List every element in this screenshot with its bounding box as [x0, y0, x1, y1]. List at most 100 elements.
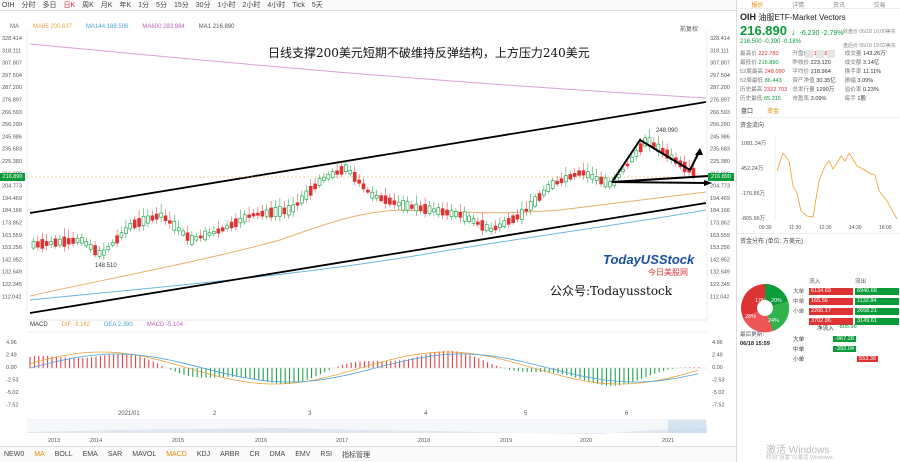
adjust-label[interactable]: 前复权 — [680, 24, 698, 33]
quote-tab[interactable]: 交易 — [874, 0, 886, 9]
indicator-tab[interactable]: MA — [34, 451, 45, 458]
candle-body — [181, 230, 185, 236]
price-axis-label-right: 307.807 — [710, 61, 730, 67]
candle-body — [603, 177, 608, 188]
detail-subtab[interactable]: 资金 — [767, 106, 779, 115]
candle-body — [286, 205, 291, 216]
brand-sub: 今日美股网 — [648, 268, 688, 277]
quote-tab[interactable]: 资讯 — [833, 0, 845, 9]
flow-time-label: 14:30 — [849, 225, 862, 231]
indicator-tab[interactable]: ARBR — [220, 451, 239, 458]
candle-body — [212, 230, 216, 235]
candle-body — [176, 227, 181, 232]
candle-body — [291, 204, 295, 213]
net-total: -805.96 — [837, 324, 857, 330]
indicator-tab[interactable]: DMA — [270, 451, 286, 458]
candle-body — [229, 221, 234, 229]
candle-body — [40, 239, 45, 249]
candle-body — [44, 241, 49, 246]
indicator-tab[interactable]: EMA — [83, 451, 98, 458]
indicator-tab[interactable]: CR — [250, 451, 260, 458]
indicator-tab[interactable]: NEW0 — [4, 451, 24, 458]
price-axis-label-left: 132.649 — [2, 270, 22, 276]
candle-body — [555, 180, 559, 185]
price-axis-label-right: 112.042 — [710, 294, 729, 300]
candle-body — [594, 176, 599, 181]
candle-body — [93, 245, 97, 256]
candle-body — [590, 173, 595, 180]
macd-axis-label-right: -7.52 — [712, 403, 725, 409]
indicator-tab[interactable]: RSI — [320, 451, 332, 458]
share-icon[interactable] — [805, 50, 813, 58]
action-icons — [805, 50, 835, 58]
macd-axis-label-left: -2.53 — [6, 378, 19, 384]
net-inflow: 净流入 -805.96 — [817, 324, 857, 332]
macd-axis-label-right: 4.96 — [712, 340, 723, 346]
candle-body — [528, 201, 533, 211]
alert-icon[interactable] — [816, 50, 824, 58]
flow-title: 资金流向 — [740, 123, 765, 129]
candle-body — [511, 215, 515, 223]
candle-body — [379, 195, 383, 202]
candle-body — [480, 220, 485, 231]
price-axis-label-left: 307.807 — [2, 61, 22, 67]
favorite-icon[interactable] — [827, 50, 835, 58]
quote-tab[interactable]: 详情 — [792, 0, 804, 9]
candle-body — [132, 219, 137, 229]
candle-body — [88, 244, 93, 250]
flow-row: 小单 2266.17 2658.21 — [793, 306, 899, 316]
annotation-title: 日线支撑200美元短期不破维持反弹结构，上方压力240美元 — [268, 46, 590, 60]
macd-axis-label-right: 2.49 — [712, 353, 723, 359]
indicator-tab[interactable]: SAR — [108, 451, 122, 458]
stat-item: 历史最低 65.215 — [740, 96, 782, 102]
flow-axis-label: 1081.34万 — [741, 140, 767, 147]
candle-body — [106, 246, 111, 251]
stat-item: 52周最高 248.090 — [740, 69, 785, 75]
detail-subtab[interactable]: 盘口 — [741, 106, 753, 115]
candle-body — [638, 143, 643, 153]
candle-body — [691, 167, 696, 177]
indicator-tab[interactable]: MACD — [166, 451, 187, 458]
price-axis-label-left: 256.290 — [2, 122, 22, 128]
candle-body — [304, 190, 309, 200]
candle-body — [251, 213, 256, 217]
candle-body — [264, 209, 269, 217]
year-label: 2020 — [580, 438, 592, 444]
year-label: 2019 — [500, 438, 512, 444]
candle-body — [128, 223, 133, 230]
price-axis-label-right: 276.897 — [710, 98, 730, 104]
year-label: 2014 — [90, 438, 102, 444]
indicator-tab[interactable]: MAVOL — [132, 451, 156, 458]
candle-body — [124, 227, 128, 234]
out-label: 流出 — [855, 279, 867, 285]
candle-body — [110, 242, 115, 246]
indicator-tab[interactable]: EMV — [295, 451, 310, 458]
candle-body — [396, 201, 401, 207]
stat-item: 换手率 11.11% — [844, 69, 882, 75]
candle-body — [31, 241, 36, 249]
candle-body — [49, 241, 53, 245]
indicator-tab[interactable]: BOLL — [55, 451, 73, 458]
year-label: 2015 — [172, 438, 184, 444]
candle-body — [115, 235, 119, 244]
stat-item: 昨收价 223.120 — [792, 60, 831, 66]
candle-body — [84, 240, 89, 247]
candle-body — [484, 224, 489, 232]
quote-tab[interactable]: 报价 — [751, 0, 763, 9]
year-label: 2013 — [48, 438, 60, 444]
candle-body — [608, 181, 612, 188]
kline-chart[interactable]: 328.414 328.414 318.111 318.111 307.807 307.8… — [0, 0, 736, 446]
candle-body — [652, 142, 656, 148]
candle-body — [388, 197, 392, 205]
indicator-tab[interactable]: 指标管理 — [342, 450, 370, 460]
flow-time-label: 16:00 — [879, 225, 892, 231]
stat-item: 资产净值 30.35亿 — [792, 78, 836, 84]
year-label: 2021 — [662, 438, 674, 444]
candle-body — [207, 232, 212, 236]
macd-axis-label-left: 4.96 — [6, 340, 17, 346]
net-row: 中单 -392.04 — [793, 346, 856, 353]
indicator-tab[interactable]: KDJ — [197, 451, 210, 458]
candle-body — [542, 189, 546, 196]
macd-axis-label-right: 0.00 — [712, 365, 723, 371]
candle-body — [423, 203, 427, 214]
